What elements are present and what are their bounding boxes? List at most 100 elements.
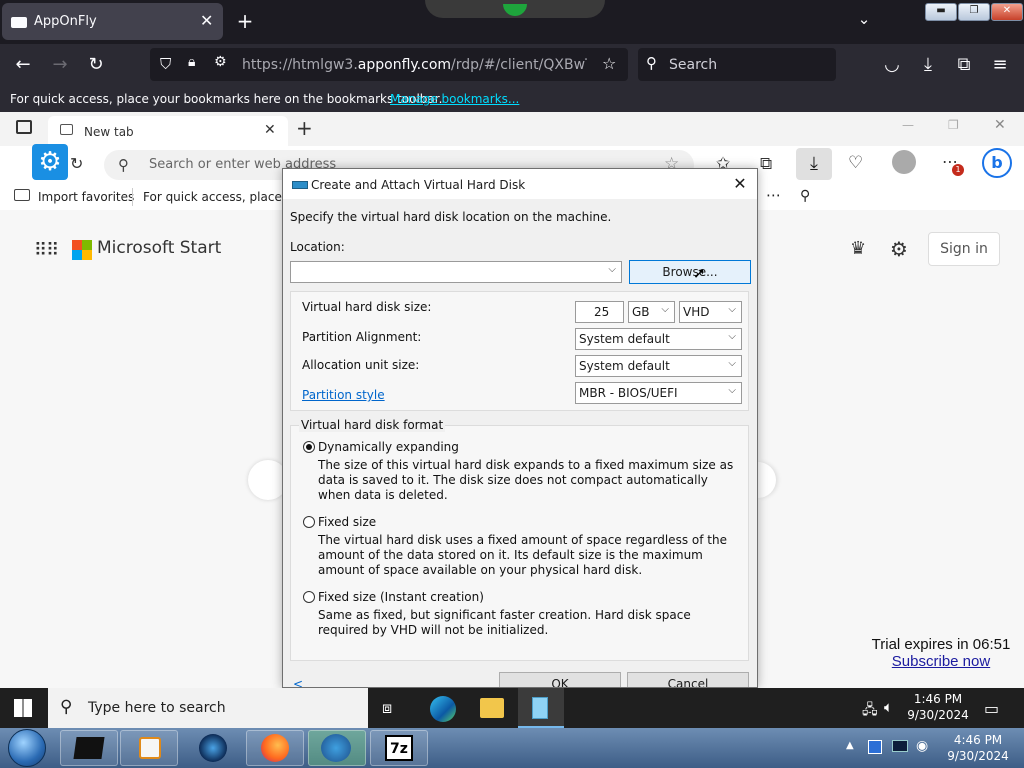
option-dynamic-label[interactable]: Dynamically expanding [318, 440, 459, 454]
close-tab-icon[interactable]: ✕ [200, 11, 213, 30]
tray-expand-icon[interactable]: ▲ [846, 740, 854, 751]
edge-tab-new-tab[interactable]: New tab ✕ [48, 116, 288, 146]
trial-expires-text: Trial expires in 06:51 [871, 636, 1011, 653]
pocket-icon[interactable]: ◡ [879, 53, 905, 79]
windows-start-icon[interactable] [14, 699, 32, 717]
taskbar-app-downloader[interactable] [308, 730, 366, 766]
url-text[interactable]: https://htmlgw3.apponfly.com/rdp/#/clien… [242, 57, 587, 73]
dialog-title-bar[interactable]: Create and Attach Virtual Hard Disk ✕ [283, 169, 757, 199]
restore-button[interactable]: ❐ [948, 118, 959, 132]
tab-title: AppOnFly [34, 14, 97, 29]
settings-gear-icon[interactable]: ⚙ [890, 237, 908, 261]
shield-icon[interactable]: ⛉ [160, 55, 171, 73]
option-instant-label[interactable]: Fixed size (Instant creation) [318, 590, 484, 604]
import-favorites-link[interactable]: Import favorites [38, 190, 134, 204]
more-icon[interactable]: ⋯ [766, 186, 781, 204]
refresh-icon[interactable]: ↻ [70, 154, 83, 173]
network-icon[interactable]: 🖧 [862, 699, 878, 723]
downloads-icon[interactable]: ⤓ [796, 148, 832, 180]
url-bar[interactable]: ⛉ 🔒︎ ⚙ https://htmlgw3.apponfly.com/rdp/… [150, 48, 628, 81]
start-orb-icon[interactable] [8, 729, 46, 767]
size-unit-select[interactable]: GB ⌵ [628, 301, 675, 323]
apps-grid-icon[interactable]: ⠿⠿ [34, 240, 59, 261]
new-tab-page-icon [60, 124, 73, 135]
menu-icon[interactable]: ≡ [987, 53, 1013, 79]
manage-bookmarks-link[interactable]: Manage bookmarks... [390, 92, 519, 106]
taskbar-app-browser[interactable] [184, 730, 242, 766]
profile-avatar[interactable] [892, 150, 916, 174]
radio-dynamically-expanding[interactable] [303, 441, 315, 453]
rewards-trophy-icon[interactable]: ♛ [850, 238, 866, 259]
search-box-edge-right[interactable] [758, 462, 776, 498]
radio-fixed-instant[interactable] [303, 591, 315, 603]
remote-session-handle[interactable] [425, 0, 605, 18]
option-fixed-description: The virtual hard disk uses a fixed amoun… [318, 533, 727, 577]
ok-button[interactable]: OK [499, 672, 621, 687]
partition-style-value: MBR - BIOS/UEFI [579, 386, 678, 400]
close-icon[interactable]: ✕ [729, 174, 751, 194]
taskbar-app-media[interactable] [120, 730, 178, 766]
back-arrow-icon[interactable]: ← [10, 53, 36, 79]
tab-actions-icon[interactable] [16, 120, 32, 134]
close-tab-icon[interactable]: ✕ [264, 122, 276, 138]
tray-app-icon[interactable] [868, 740, 882, 754]
disk-management-icon[interactable] [532, 697, 548, 719]
allocation-unit-select[interactable]: System default ⌵ [575, 355, 742, 377]
location-input[interactable]: ⌵ [290, 261, 622, 283]
tray-monitor-icon[interactable] [892, 740, 908, 752]
partition-alignment-select[interactable]: System default ⌵ [575, 328, 742, 350]
new-tab-button[interactable]: + [233, 9, 257, 33]
file-explorer-icon[interactable] [480, 698, 504, 718]
browser-essentials-icon[interactable]: ♡ [848, 153, 863, 173]
partition-alignment-value: System default [579, 332, 670, 346]
host-clock[interactable]: 4:46 PM 9/30/2024 [936, 732, 1020, 764]
disk-type-value: VHD [683, 305, 710, 319]
radio-fixed-size[interactable] [303, 516, 315, 528]
size-input[interactable]: 25 [575, 301, 624, 323]
disk-type-select[interactable]: VHD ⌵ [679, 301, 742, 323]
minimize-button[interactable]: — [902, 118, 914, 132]
media-player-icon [139, 737, 161, 759]
collections-icon[interactable]: ⧉ [760, 154, 772, 174]
option-fixed-label[interactable]: Fixed size [318, 515, 376, 529]
extensions-icon[interactable]: ⧉ [951, 53, 977, 79]
close-window-button[interactable]: ✕ [994, 117, 1006, 133]
pin-icon[interactable]: ⚲ [800, 188, 810, 204]
bookmark-star-icon[interactable]: ☆ [602, 54, 616, 73]
browse-button[interactable]: Browse... [629, 260, 751, 284]
settings-gear-icon[interactable]: ⚙ [32, 144, 68, 180]
minimize-button[interactable]: ▬ [925, 3, 957, 21]
chevron-down-icon[interactable]: ⌵ [608, 264, 616, 275]
partition-style-link[interactable]: Partition style [302, 388, 385, 402]
sign-in-button[interactable]: Sign in [928, 232, 1000, 266]
taskbar-app-vm[interactable] [60, 730, 118, 766]
close-window-button[interactable]: ✕ [991, 3, 1023, 21]
edge-taskbar-icon[interactable] [430, 696, 456, 722]
notification-center-icon[interactable]: ▭ [984, 699, 999, 718]
host-taskbar: 7z ▲ ◉ 4:46 PM 9/30/2024 [0, 728, 1024, 768]
option-dynamic-description: The size of this virtual hard disk expan… [318, 458, 734, 502]
task-view-icon[interactable]: ⧈ [382, 698, 392, 718]
reload-icon[interactable]: ↻ [83, 53, 109, 79]
firefox-tab-apponfly[interactable]: AppOnFly ✕ [2, 3, 223, 40]
downloads-icon[interactable]: ⤓ [915, 53, 941, 79]
cancel-button[interactable]: Cancel [627, 672, 749, 687]
subscribe-link[interactable]: Subscribe now [862, 653, 1020, 670]
taskbar-search-box[interactable]: ⚲ Type here to search [48, 688, 368, 728]
volume-icon[interactable]: 🔈︎ [884, 698, 893, 716]
tray-volume-icon[interactable]: ◉ [916, 738, 928, 754]
search-box[interactable]: ⚲ Search [638, 48, 836, 81]
copilot-icon[interactable]: b [982, 148, 1012, 178]
taskbar-clock[interactable]: 1:46 PM 9/30/2024 [898, 691, 978, 723]
taskbar-app-7zip[interactable]: 7z [370, 730, 428, 766]
sevenzip-icon: 7z [385, 735, 413, 761]
taskbar-app-firefox[interactable] [246, 730, 304, 766]
permissions-icon[interactable]: ⚙ [214, 54, 227, 70]
back-link[interactable]: < [293, 677, 303, 687]
new-tab-button[interactable]: + [296, 116, 313, 140]
list-all-tabs-icon[interactable]: ⌄ [852, 10, 876, 34]
lock-icon[interactable]: 🔒︎ [188, 54, 195, 70]
restore-button[interactable]: ❐ [958, 3, 990, 21]
partition-style-select[interactable]: MBR - BIOS/UEFI ⌵ [575, 382, 742, 404]
forward-arrow-icon[interactable]: → [47, 53, 73, 79]
